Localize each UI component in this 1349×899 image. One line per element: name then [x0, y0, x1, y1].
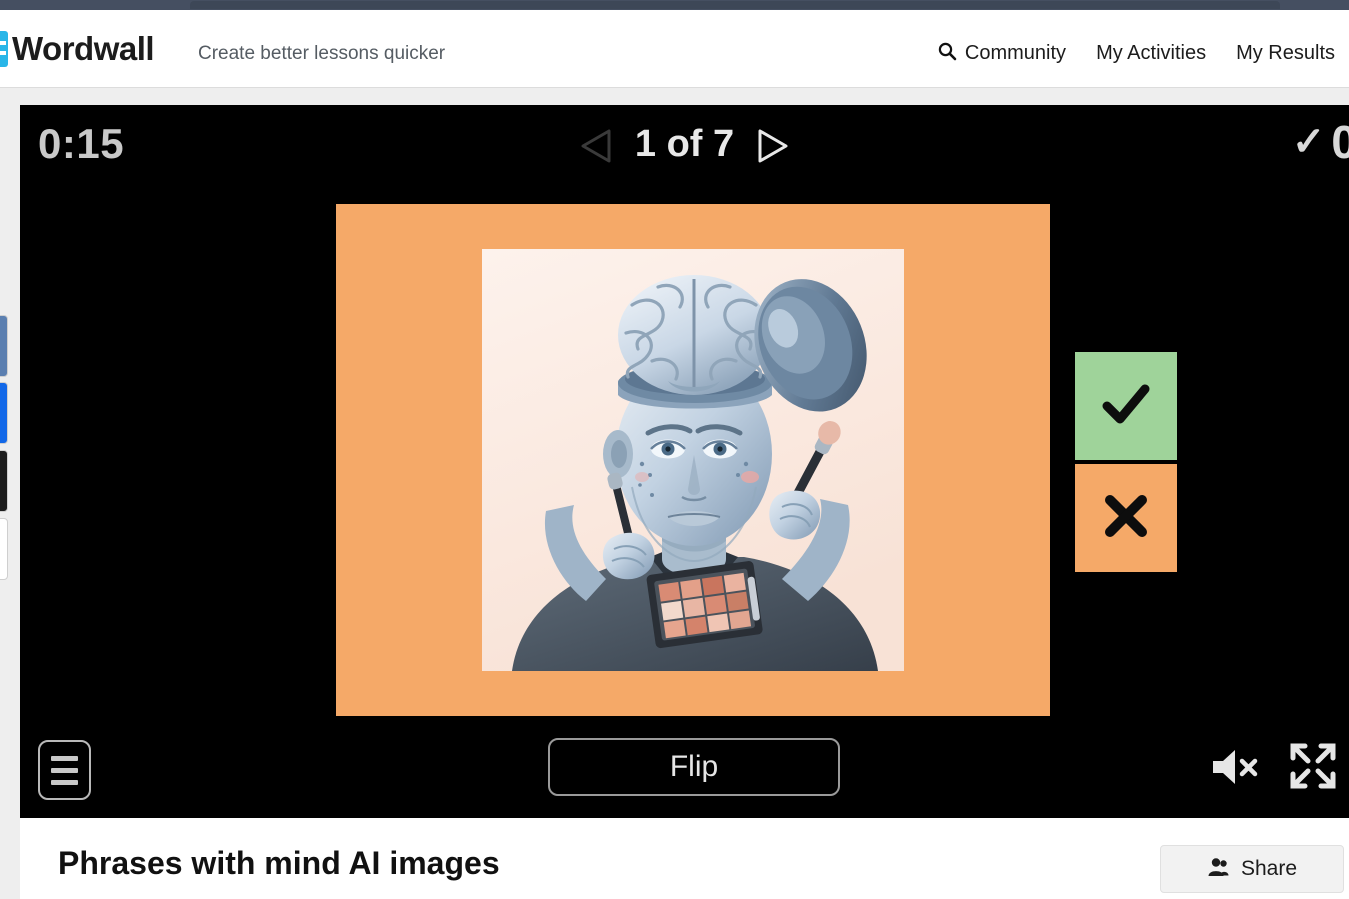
answer-correct-button[interactable]	[1075, 352, 1177, 460]
browser-chrome-bar	[0, 0, 1349, 10]
speaker-mute-icon	[1209, 744, 1261, 790]
flashcard[interactable]	[336, 204, 1050, 716]
sidebar-item-1[interactable]	[0, 315, 8, 377]
activity-footer: Phrases with mind AI images Share	[20, 818, 1349, 899]
share-button[interactable]: Share	[1160, 845, 1344, 893]
nav-item-my-activities[interactable]: My Activities	[1096, 42, 1206, 65]
person-icon	[1207, 856, 1229, 883]
fullscreen-button[interactable]	[1287, 740, 1339, 792]
game-control-bar: Flip	[20, 722, 1349, 818]
nav-label-my-results: My Results	[1236, 41, 1335, 64]
site-header: Wordwall Create better lessons quicker C…	[0, 10, 1349, 88]
hamburger-menu-icon	[51, 755, 78, 761]
score-display: ✓ 0	[1292, 119, 1349, 165]
menu-button[interactable]	[38, 740, 91, 800]
nav-label-community: Community	[964, 41, 1067, 64]
game-timer: 0:15	[38, 120, 125, 167]
search-icon	[937, 41, 957, 65]
answer-wrong-button[interactable]	[1075, 464, 1177, 572]
activity-title: Phrases with mind AI images	[58, 845, 500, 881]
share-button-label: Share	[1240, 857, 1298, 880]
wordwall-logo[interactable]: Wordwall	[0, 30, 155, 68]
check-icon	[1099, 377, 1153, 436]
flip-button[interactable]: Flip	[548, 738, 840, 796]
wordwall-logo-icon	[0, 31, 8, 67]
pager: 1 of 7	[20, 123, 1349, 166]
nav-label-my-activities: My Activities	[1096, 41, 1207, 64]
browser-tab-strip	[190, 1, 1280, 9]
mute-button[interactable]	[1209, 744, 1261, 790]
score-value: 0	[1331, 116, 1349, 168]
cross-icon	[1099, 489, 1153, 548]
main-navigation: Community My Activities My Results	[937, 41, 1335, 65]
pager-label: 1 of 7	[634, 123, 735, 165]
check-icon: ✓	[1291, 120, 1326, 164]
nav-item-community[interactable]: Community	[937, 41, 1066, 65]
sidebar-item-2[interactable]	[0, 382, 8, 444]
flashcard-image	[482, 249, 904, 671]
next-card-button[interactable]	[756, 126, 790, 166]
fullscreen-expand-icon	[1287, 740, 1339, 792]
previous-card-button[interactable]	[579, 126, 613, 166]
answer-buttons	[1075, 352, 1177, 572]
sidebar-item-3[interactable]	[0, 450, 8, 512]
wordwall-logo-text: Wordwall	[12, 30, 155, 67]
site-tagline: Create better lessons quicker	[198, 43, 446, 64]
sidebar-item-4[interactable]	[0, 518, 8, 580]
nav-item-my-results[interactable]: My Results	[1236, 42, 1335, 65]
game-stage: 0:15 1 of 7 ✓ 0 Flip	[20, 105, 1349, 818]
